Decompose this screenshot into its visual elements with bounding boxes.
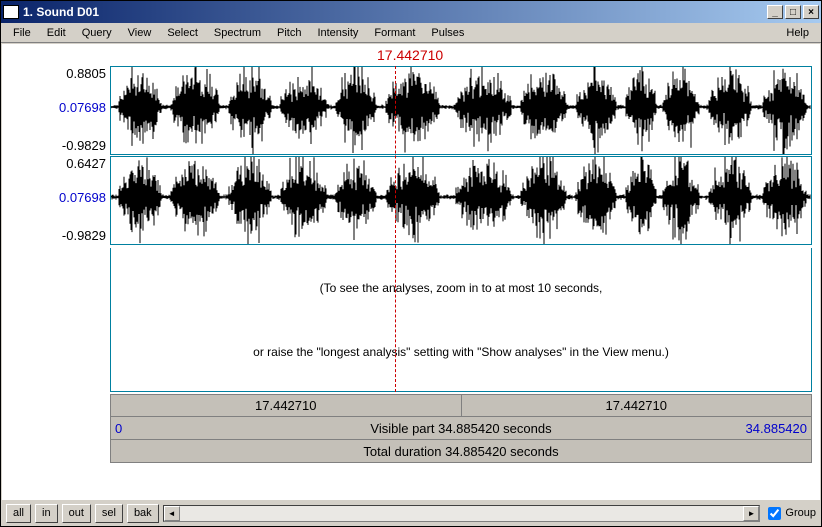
scroll-left-button[interactable]: ◄ [164, 506, 180, 521]
menu-file[interactable]: File [5, 25, 39, 41]
total-label: Total duration 34.885420 seconds [111, 444, 811, 459]
zoom-bak-button[interactable]: bak [127, 504, 159, 523]
analysis-hint-1: (To see the analyses, zoom in to at most… [320, 281, 603, 295]
bottom-toolbar: all in out sel bak ◄ ► Group [2, 501, 820, 525]
waveform-area[interactable] [110, 66, 812, 247]
menu-pitch[interactable]: Pitch [269, 25, 309, 41]
group-checkbox[interactable] [768, 507, 781, 520]
selection-time-row[interactable]: 17.442710 17.442710 [110, 394, 812, 417]
visible-end: 34.885420 [746, 421, 807, 436]
app-icon [3, 5, 19, 19]
window-controls: _ □ × [767, 5, 819, 19]
ch1-ymin: -0.9829 [62, 138, 106, 153]
visible-part-row[interactable]: 0 Visible part 34.885420 seconds 34.8854… [110, 417, 812, 440]
menu-query[interactable]: Query [74, 25, 120, 41]
ch1-ymid: 0.07698 [59, 100, 106, 115]
zoom-all-button[interactable]: all [6, 504, 31, 523]
window-titlebar: 1. Sound D01 _ □ × [1, 1, 821, 23]
menu-select[interactable]: Select [159, 25, 206, 41]
window-title: 1. Sound D01 [23, 5, 767, 19]
menu-formant[interactable]: Formant [366, 25, 423, 41]
waveform-channel-2[interactable] [110, 156, 812, 245]
menu-intensity[interactable]: Intensity [309, 25, 366, 41]
scroll-right-button[interactable]: ► [743, 506, 759, 521]
selection-right-time[interactable]: 17.442710 [462, 395, 812, 416]
close-button[interactable]: × [803, 5, 819, 19]
waveform-svg-1 [111, 67, 811, 154]
minimize-button[interactable]: _ [767, 5, 783, 19]
ch1-ymax: 0.8805 [66, 66, 106, 81]
waveform-svg-2 [111, 157, 811, 244]
visible-start: 0 [115, 421, 122, 436]
editor-content: 17.442710 0.8805 0.07698 -0.9829 0.6427 … [2, 44, 820, 500]
visible-label: Visible part 34.885420 seconds [111, 421, 811, 436]
zoom-out-button[interactable]: out [62, 504, 91, 523]
group-checkbox-label[interactable]: Group [768, 507, 816, 520]
analysis-area[interactable]: (To see the analyses, zoom in to at most… [110, 248, 812, 392]
ch2-ymin: -0.9829 [62, 228, 106, 243]
menu-edit[interactable]: Edit [39, 25, 74, 41]
scroll-track[interactable] [180, 506, 744, 521]
menu-view[interactable]: View [120, 25, 160, 41]
total-duration-row[interactable]: Total duration 34.885420 seconds [110, 440, 812, 463]
selection-left-time[interactable]: 17.442710 [111, 395, 462, 416]
menu-pulses[interactable]: Pulses [423, 25, 472, 41]
zoom-sel-button[interactable]: sel [95, 504, 123, 523]
waveform-channel-1[interactable] [110, 66, 812, 155]
ch2-ymid: 0.07698 [59, 190, 106, 205]
menu-bar: File Edit Query View Select Spectrum Pit… [1, 23, 821, 43]
horizontal-scrollbar[interactable]: ◄ ► [163, 505, 761, 522]
group-label-text: Group [785, 507, 816, 519]
cursor-line [395, 66, 396, 392]
analysis-hint-2: or raise the "longest analysis" setting … [253, 345, 669, 359]
zoom-in-button[interactable]: in [35, 504, 58, 523]
menu-spectrum[interactable]: Spectrum [206, 25, 269, 41]
ch2-ymax: 0.6427 [66, 156, 106, 171]
cursor-time-label: 17.442710 [377, 47, 443, 63]
menu-help[interactable]: Help [778, 25, 817, 41]
maximize-button[interactable]: □ [785, 5, 801, 19]
time-info-bars: 17.442710 17.442710 0 Visible part 34.88… [110, 394, 812, 463]
